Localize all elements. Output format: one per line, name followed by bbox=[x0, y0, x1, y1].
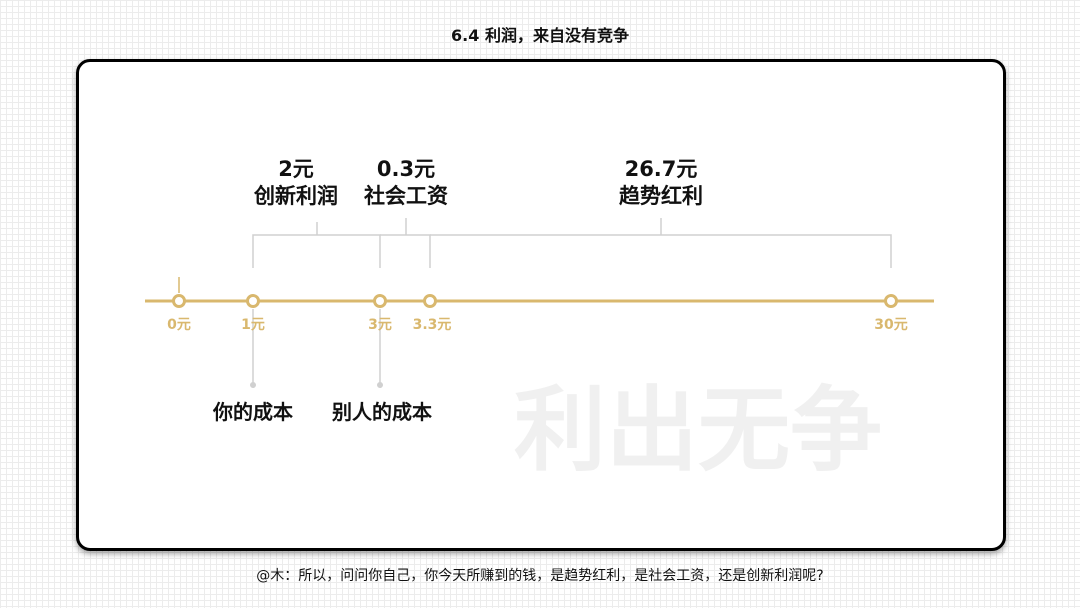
tick-label-0: 0元 bbox=[167, 317, 191, 333]
profit-timeline-diagram: 利出无争 2元 创新利润 0.3元 社会工资 26.7元 趋势红利 0元 1元 … bbox=[145, 157, 934, 484]
segment-trend-name: 趋势红利 bbox=[619, 184, 703, 208]
cost-dot-others bbox=[377, 382, 383, 388]
segment-trend-amount: 26.7元 bbox=[625, 157, 698, 181]
bracket-trend bbox=[430, 218, 892, 268]
tick-marker-3 bbox=[373, 294, 387, 308]
tick-marker-30 bbox=[884, 294, 898, 308]
cost-dot-own bbox=[250, 382, 256, 388]
bracket-wage bbox=[380, 218, 431, 268]
tick-label-1: 1元 bbox=[241, 317, 265, 333]
segment-innovation-name: 创新利润 bbox=[253, 184, 338, 208]
footer-caption: @木：所以，问问你自己，你今天所赚到的钱，是趋势红利，是社会工资，还是创新利润呢… bbox=[256, 568, 824, 584]
tick-label-3: 3元 bbox=[368, 317, 392, 333]
tick-marker-0 bbox=[172, 294, 186, 308]
bracket-innovation bbox=[252, 222, 381, 268]
tick-label-30: 30元 bbox=[874, 317, 907, 333]
cost-label-own: 你的成本 bbox=[212, 400, 293, 424]
segment-innovation-amount: 2元 bbox=[278, 157, 314, 181]
tick-marker-3.3 bbox=[423, 294, 437, 308]
segment-wage-amount: 0.3元 bbox=[377, 157, 435, 181]
tick-marker-1 bbox=[246, 294, 260, 308]
watermark-text: 利出无争 bbox=[514, 377, 882, 484]
cost-label-others: 别人的成本 bbox=[331, 400, 432, 424]
tick-label-3.3: 3.3元 bbox=[413, 317, 452, 333]
segment-wage-name: 社会工资 bbox=[363, 184, 448, 208]
